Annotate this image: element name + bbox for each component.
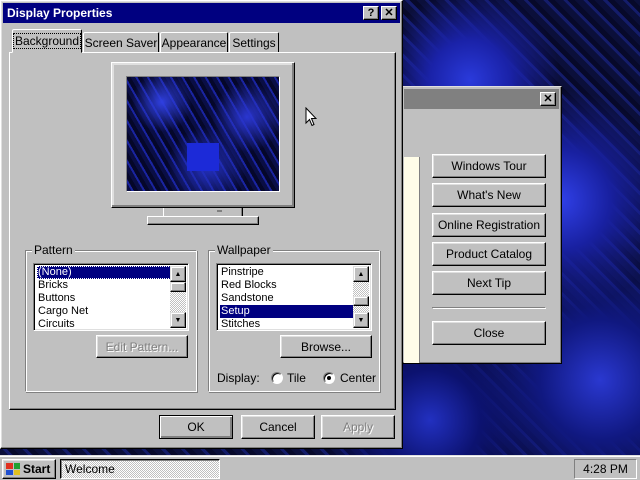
start-button[interactable]: Start	[2, 459, 56, 479]
windows-logo-icon	[6, 463, 20, 475]
dialog-title-bar[interactable]: Display Properties ? ✕	[3, 3, 400, 23]
tab-screen-saver[interactable]: Screen Saver	[83, 32, 159, 52]
system-tray-clock[interactable]: 4:28 PM	[574, 459, 637, 479]
wallpaper-scrollbar[interactable]: ▲ ▼	[353, 266, 369, 328]
welcome-close-button[interactable]: Close	[432, 321, 546, 345]
tile-radio[interactable]	[271, 372, 283, 384]
welcome-separator	[432, 307, 546, 309]
close-icon[interactable]: ✕	[381, 6, 397, 20]
scroll-up-icon[interactable]: ▲	[170, 266, 186, 282]
whats-new-button[interactable]: What's New	[432, 183, 546, 207]
display-properties-dialog[interactable]: Display Properties ? ✕ Background Screen…	[0, 0, 403, 449]
product-catalog-button[interactable]: Product Catalog	[432, 242, 546, 266]
wallpaper-listbox[interactable]: Pinstripe Red Blocks Sandstone Setup Sti…	[216, 263, 372, 331]
edit-pattern-button[interactable]: Edit Pattern...	[96, 335, 188, 358]
welcome-title-bar[interactable]: ✕	[404, 89, 559, 109]
online-registration-button[interactable]: Online Registration	[432, 213, 546, 237]
tab-background[interactable]: Background	[12, 29, 82, 53]
monitor-neck	[163, 208, 243, 216]
list-item[interactable]: Pinstripe	[220, 266, 264, 279]
help-icon[interactable]: ?	[363, 6, 379, 20]
list-item[interactable]: Stitches	[220, 318, 260, 330]
pattern-listbox[interactable]: (None) Bricks Buttons Cargo Net Circuits…	[33, 263, 189, 331]
tab-settings[interactable]: Settings	[229, 32, 279, 52]
welcome-close-icon[interactable]: ✕	[540, 92, 556, 106]
tab-appearance[interactable]: Appearance	[160, 32, 228, 52]
list-item[interactable]: Buttons	[37, 292, 75, 305]
list-item[interactable]: Cargo Net	[37, 305, 88, 318]
taskbar-item-welcome[interactable]: Welcome	[60, 459, 220, 479]
scroll-down-icon[interactable]: ▼	[170, 312, 186, 328]
mouse-cursor-icon	[305, 107, 317, 127]
scroll-thumb[interactable]	[170, 282, 186, 292]
list-item[interactable]: (None)	[37, 266, 171, 279]
taskbar: Start Welcome 4:28 PM	[0, 455, 640, 480]
center-radio[interactable]	[323, 372, 335, 384]
welcome-content-panel	[404, 157, 420, 363]
monitor-base	[147, 216, 259, 225]
list-item[interactable]: Bricks	[37, 279, 68, 292]
pattern-group-label: Pattern	[32, 243, 75, 257]
apply-button[interactable]: Apply	[321, 415, 395, 439]
next-tip-button[interactable]: Next Tip	[432, 271, 546, 295]
display-label: Display:	[217, 371, 260, 385]
wallpaper-preview	[126, 76, 280, 192]
list-item[interactable]: Sandstone	[220, 292, 274, 305]
list-item[interactable]: Red Blocks	[220, 279, 277, 292]
scroll-thumb[interactable]	[353, 296, 369, 306]
browse-button[interactable]: Browse...	[280, 335, 372, 358]
windows-tour-button[interactable]: Windows Tour	[432, 154, 546, 178]
scroll-down-icon[interactable]: ▼	[353, 312, 369, 328]
center-radio-label[interactable]: Center	[340, 371, 376, 385]
wallpaper-group-label: Wallpaper	[215, 243, 273, 257]
cancel-button[interactable]: Cancel	[241, 415, 315, 439]
start-label: Start	[23, 462, 51, 476]
list-item[interactable]: Setup	[220, 305, 354, 318]
ok-button[interactable]: OK	[159, 415, 233, 439]
list-item[interactable]: Circuits	[37, 318, 75, 330]
tile-radio-label[interactable]: Tile	[287, 371, 306, 385]
dialog-title: Display Properties	[7, 6, 113, 20]
scroll-up-icon[interactable]: ▲	[353, 266, 369, 282]
pattern-scrollbar[interactable]: ▲ ▼	[170, 266, 186, 328]
monitor-preview	[111, 62, 295, 208]
